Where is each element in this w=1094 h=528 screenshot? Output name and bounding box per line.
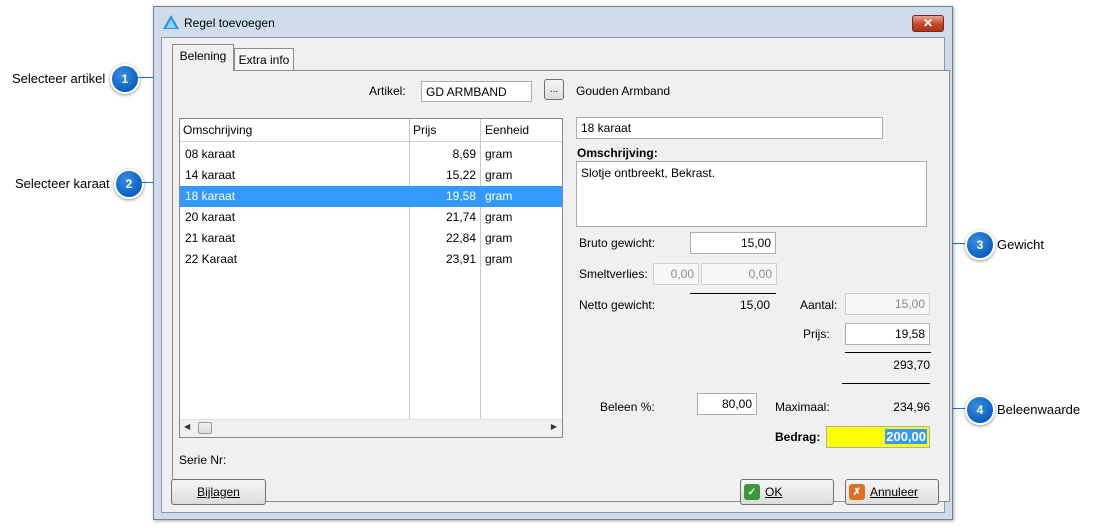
cell-omschrijving: 21 karaat: [185, 231, 236, 245]
column-header-eenheid[interactable]: Eenheid: [485, 123, 529, 137]
title-bar[interactable]: Regel toevoegen ✕: [154, 7, 952, 37]
omschrijving-textarea[interactable]: Slotje ontbreekt, Bekrast.: [576, 161, 927, 227]
bedrag-label: Bedrag:: [775, 430, 821, 444]
karaat-list[interactable]: Omschrijving Prijs Eenheid 08 karaat 8,6…: [179, 118, 563, 438]
subtotaal-value: 293,70: [893, 358, 930, 372]
callout-label-1: Selecteer artikel: [12, 71, 106, 86]
list-row[interactable]: 22 Karaat 23,91 gram: [180, 249, 562, 270]
close-button[interactable]: ✕: [912, 15, 944, 32]
scroll-left-icon[interactable]: ◀: [184, 422, 190, 431]
karaat-field[interactable]: 18 karaat: [576, 117, 883, 139]
horizontal-scrollbar[interactable]: ◀ ▶: [180, 419, 562, 437]
list-row-selected[interactable]: 18 karaat 19,58 gram: [180, 186, 562, 207]
tab-extra-info-label: Extra info: [238, 53, 290, 67]
cell-eenheid: gram: [485, 147, 513, 161]
cell-prijs: 15,22: [445, 168, 476, 182]
column-header-omschrijving[interactable]: Omschrijving: [183, 123, 252, 137]
ok-button[interactable]: ✓ OK: [740, 479, 834, 505]
list-row[interactable]: 20 karaat 21,74 gram: [180, 207, 562, 228]
netto-gewicht-label: Netto gewicht:: [579, 298, 656, 312]
subtotaal-rule: [845, 352, 931, 353]
tab-belening[interactable]: Belening: [172, 44, 234, 71]
callout-badge-3: 3: [965, 230, 995, 260]
close-icon: ✕: [922, 16, 934, 30]
cancel-icon: ✗: [849, 484, 865, 500]
cell-eenheid: gram: [485, 252, 513, 266]
callout-label-2: Selecteer karaat: [15, 176, 110, 191]
cell-eenheid: gram: [485, 189, 513, 203]
maximaal-value: 234,96: [893, 400, 930, 414]
smeltverlies-label: Smeltverlies:: [579, 267, 648, 281]
serie-nr-label: Serie Nr:: [179, 453, 227, 467]
cell-prijs: 21,74: [445, 210, 476, 224]
artikel-description: Gouden Armband: [576, 84, 671, 98]
prijs-label: Prijs:: [803, 327, 830, 341]
cell-omschrijving: 18 karaat: [185, 189, 236, 203]
omschrijving-label: Omschrijving:: [577, 146, 658, 160]
ok-label: OK: [765, 485, 783, 499]
thumbs-up-icon: ✓: [744, 484, 760, 500]
app-icon: [163, 15, 179, 29]
artikel-browse-button[interactable]: ...: [544, 79, 564, 100]
beleen-percent-input[interactable]: 80,00: [697, 393, 757, 415]
subtotaal-rule-bottom: [842, 383, 930, 384]
scrollbar-thumb[interactable]: [198, 422, 212, 434]
artikel-label: Artikel:: [369, 84, 406, 98]
maximaal-label: Maximaal:: [775, 400, 830, 414]
bruto-gewicht-input[interactable]: 15,00: [690, 232, 776, 254]
cell-eenheid: gram: [485, 168, 513, 182]
cell-prijs: 19,58: [445, 189, 476, 203]
aantal-label: Aantal:: [800, 298, 838, 312]
annuleer-label: Annuleer: [870, 485, 919, 499]
aantal-input[interactable]: 15,00: [845, 293, 930, 315]
cell-eenheid: gram: [485, 231, 513, 245]
annuleer-button[interactable]: ✗ Annuleer: [845, 479, 939, 505]
bedrag-selected-text: 200,00: [885, 429, 927, 444]
tab-belening-label: Belening: [179, 49, 227, 63]
list-row[interactable]: 08 karaat 8,69 gram: [180, 144, 562, 165]
bedrag-input[interactable]: 200,00: [826, 426, 930, 448]
artikel-input[interactable]: GD ARMBAND: [421, 81, 532, 102]
cell-prijs: 23,91: [445, 252, 476, 266]
callout-badge-2: 2: [114, 169, 144, 199]
callout-badge-1: 1: [110, 64, 140, 94]
cell-prijs: 22,84: [445, 231, 476, 245]
prijs-input[interactable]: 19,58: [845, 323, 930, 345]
cell-omschrijving: 08 karaat: [185, 147, 236, 161]
cell-omschrijving: 14 karaat: [185, 168, 236, 182]
cell-omschrijving: 22 Karaat: [185, 252, 238, 266]
bijlagen-button[interactable]: Bijlagen: [171, 479, 266, 505]
column-header-prijs[interactable]: Prijs: [413, 123, 436, 137]
callout-badge-4: 4: [965, 395, 995, 425]
smeltverlies-percent-input[interactable]: 0,00: [653, 263, 699, 285]
bijlagen-label: Bijlagen: [197, 485, 240, 499]
callout-label-4: Beleenwaarde: [997, 402, 1081, 417]
netto-gewicht-value: 15,00: [739, 298, 770, 312]
netto-rule: [690, 293, 776, 294]
window-title: Regel toevoegen: [184, 16, 275, 30]
callout-label-3: Gewicht: [997, 237, 1044, 252]
list-header: Omschrijving Prijs Eenheid: [180, 119, 562, 142]
smeltverlies-amount-input[interactable]: 0,00: [701, 263, 777, 285]
cell-prijs: 8,69: [452, 147, 476, 161]
scroll-right-icon[interactable]: ▶: [551, 422, 557, 431]
cell-omschrijving: 20 karaat: [185, 210, 236, 224]
artikel-browse-label: ...: [549, 84, 559, 95]
list-row[interactable]: 21 karaat 22,84 gram: [180, 228, 562, 249]
tab-extra-info[interactable]: Extra info: [234, 48, 294, 70]
bruto-gewicht-label: Bruto gewicht:: [579, 236, 656, 250]
list-row[interactable]: 14 karaat 15,22 gram: [180, 165, 562, 186]
beleen-percent-label: Beleen %:: [600, 400, 655, 414]
cell-eenheid: gram: [485, 210, 513, 224]
